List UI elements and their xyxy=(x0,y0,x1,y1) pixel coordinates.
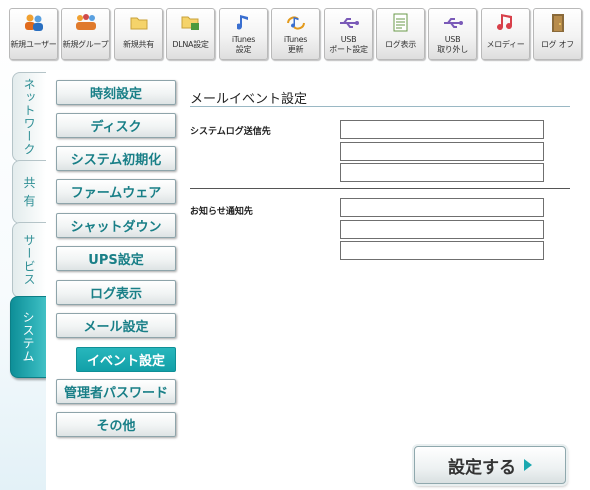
menu-ups-settings[interactable]: UPS設定 xyxy=(56,246,176,271)
menu-time-settings[interactable]: 時刻設定 xyxy=(56,80,176,105)
menu-event-settings[interactable]: イベント設定 xyxy=(76,347,176,372)
section-divider xyxy=(190,188,570,189)
new-share-button[interactable]: 新規共有 xyxy=(114,8,163,60)
folder-icon xyxy=(115,13,162,33)
music-note-icon xyxy=(220,13,267,33)
melody-button[interactable]: メロディー xyxy=(481,8,530,60)
toolbar-label: ログ オフ xyxy=(540,40,575,49)
toolbar-label: 新規グループ xyxy=(62,40,109,49)
new-group-button[interactable]: 新規グループ xyxy=(61,8,110,60)
tab-label: ネットワーク xyxy=(22,78,36,156)
group-icon xyxy=(62,13,109,33)
menu-other[interactable]: その他 xyxy=(56,412,176,437)
users-icon xyxy=(10,13,57,33)
tab-system[interactable]: システム xyxy=(10,296,46,378)
notification-destination-input-1[interactable] xyxy=(340,198,544,217)
melody-icon xyxy=(482,13,529,33)
usb-remove-button[interactable]: USB 取り外し xyxy=(428,8,477,60)
syslog-destination-input-2[interactable] xyxy=(340,142,544,161)
menu-log-display[interactable]: ログ表示 xyxy=(56,280,176,305)
toolbar-label: DLNA設定 xyxy=(172,40,209,49)
itunes-update-button[interactable]: iTunes 更新 xyxy=(271,8,320,60)
menu-shutdown[interactable]: シャットダウン xyxy=(56,213,176,238)
logoff-button[interactable]: ログ オフ xyxy=(533,8,582,60)
new-user-button[interactable]: 新規ユーザー xyxy=(9,8,58,60)
usb-port-settings-button[interactable]: USB ポート設定 xyxy=(324,8,373,60)
notification-destination-input-2[interactable] xyxy=(340,220,544,239)
log-display-button[interactable]: ログ表示 xyxy=(376,8,425,60)
dlna-settings-button[interactable]: DLNA設定 xyxy=(166,8,215,60)
logoff-door-icon xyxy=(534,13,581,33)
tab-label: サービス xyxy=(22,234,36,286)
tab-label: 共 有 xyxy=(22,176,36,208)
syslog-destination-input-3[interactable] xyxy=(340,163,544,182)
toolbar-label: 新規ユーザー xyxy=(10,40,57,49)
menu-mail-settings[interactable]: メール設定 xyxy=(56,313,176,338)
toolbar-label: 新規共有 xyxy=(123,40,154,49)
menu-firmware[interactable]: ファームウェア xyxy=(56,179,176,204)
menu-admin-password[interactable]: 管理者パスワード xyxy=(56,379,176,404)
page-title: メールイベント設定 xyxy=(190,92,308,107)
notification-destination-label: お知らせ通知先 xyxy=(190,207,253,217)
toolbar-label: ログ表示 xyxy=(385,40,416,49)
menu-system-init[interactable]: システム初期化 xyxy=(56,146,176,171)
toolbar: 新規ユーザー 新規グループ 新規共有 DLNA設定 iTunes 設定 iTun… xyxy=(9,8,585,62)
itunes-settings-button[interactable]: iTunes 設定 xyxy=(219,8,268,60)
apply-settings-label: 設定する xyxy=(448,457,516,478)
title-divider xyxy=(190,106,570,107)
toolbar-label: iTunes 設定 xyxy=(231,35,256,54)
document-icon xyxy=(377,13,424,33)
syslog-destination-label: システムログ送信先 xyxy=(190,127,271,137)
tab-label: システム xyxy=(21,311,35,363)
usb-eject-icon xyxy=(429,13,476,33)
arrow-right-icon xyxy=(524,459,532,471)
usb-icon xyxy=(325,13,372,33)
tab-network[interactable]: ネットワーク xyxy=(12,72,46,162)
toolbar-label: メロディー xyxy=(486,40,525,49)
notification-destination-input-3[interactable] xyxy=(340,241,544,260)
apply-settings-button[interactable]: 設定する xyxy=(414,446,566,484)
menu-disk[interactable]: ディスク xyxy=(56,113,176,138)
toolbar-label: USB ポート設定 xyxy=(329,35,368,54)
syslog-destination-input-1[interactable] xyxy=(340,120,544,139)
tab-service[interactable]: サービス xyxy=(12,222,46,298)
toolbar-label: iTunes 更新 xyxy=(283,35,308,54)
tab-share[interactable]: 共 有 xyxy=(12,160,46,224)
dlna-folder-icon xyxy=(167,13,214,33)
music-update-icon xyxy=(272,13,319,33)
toolbar-label: USB 取り外し xyxy=(437,35,468,54)
